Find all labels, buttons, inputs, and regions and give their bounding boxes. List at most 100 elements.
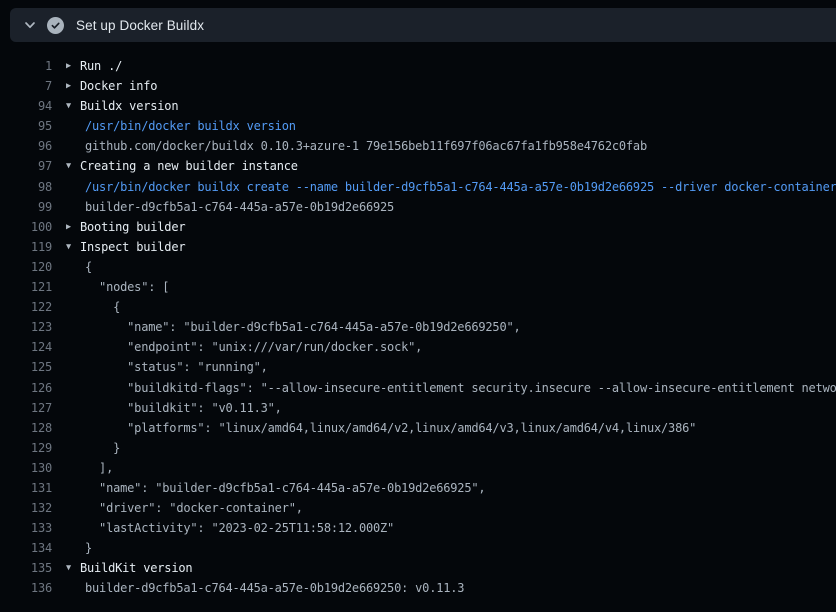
group-expanded-icon[interactable]: ▼: [66, 96, 80, 116]
log-text: builder-d9cfb5a1-c764-445a-a57e-0b19d2e6…: [80, 578, 464, 598]
step-header[interactable]: Set up Docker Buildx: [10, 8, 836, 42]
log-text: }: [80, 538, 92, 558]
line-number-link[interactable]: 99: [0, 197, 52, 217]
log-text: "driver": "docker-container",: [80, 498, 303, 518]
log-text: github.com/docker/buildx 0.10.3+azure-1 …: [80, 136, 647, 156]
line-number-link[interactable]: 129: [0, 438, 52, 458]
log-group-line[interactable]: 7 ▶ Docker info: [0, 76, 836, 96]
arrow-spacer: [66, 498, 80, 518]
log-text: "endpoint": "unix:///var/run/docker.sock…: [80, 337, 422, 357]
line-number-link[interactable]: 127: [0, 398, 52, 418]
log-line: 95 /usr/bin/docker buildx version: [0, 116, 836, 136]
log-line: 122 {: [0, 297, 836, 317]
line-number-link[interactable]: 132: [0, 498, 52, 518]
line-number-link[interactable]: 122: [0, 297, 52, 317]
arrow-spacer: [66, 518, 80, 538]
log-text: builder-d9cfb5a1-c764-445a-a57e-0b19d2e6…: [80, 197, 394, 217]
log-text: }: [80, 438, 120, 458]
arrow-spacer: [66, 398, 80, 418]
log-text: "status": "running",: [80, 357, 268, 377]
log-text: Inspect builder: [80, 237, 185, 257]
line-number-link[interactable]: 125: [0, 357, 52, 377]
log-text: "buildkit": "v0.11.3",: [80, 398, 282, 418]
arrow-spacer: [66, 337, 80, 357]
log-text: ],: [80, 458, 113, 478]
arrow-spacer: [66, 538, 80, 558]
log-text: BuildKit version: [80, 558, 192, 578]
group-collapsed-icon[interactable]: ▶: [66, 76, 80, 96]
log-line: 127 "buildkit": "v0.11.3",: [0, 398, 836, 418]
log-line: 128 "platforms": "linux/amd64,linux/amd6…: [0, 418, 836, 438]
group-collapsed-icon[interactable]: ▶: [66, 217, 80, 237]
group-expanded-icon[interactable]: ▼: [66, 237, 80, 257]
arrow-spacer: [66, 578, 80, 598]
log-text: "name": "builder-d9cfb5a1-c764-445a-a57e…: [80, 317, 521, 337]
group-expanded-icon[interactable]: ▼: [66, 558, 80, 578]
log-text: Buildx version: [80, 96, 178, 116]
line-number-link[interactable]: 1: [0, 56, 52, 76]
log-line: 99 builder-d9cfb5a1-c764-445a-a57e-0b19d…: [0, 197, 836, 217]
line-number-link[interactable]: 131: [0, 478, 52, 498]
log-text: {: [80, 297, 120, 317]
line-number-link[interactable]: 128: [0, 418, 52, 438]
log-line: 133 "lastActivity": "2023-02-25T11:58:12…: [0, 518, 836, 538]
line-number-link[interactable]: 94: [0, 96, 52, 116]
arrow-spacer: [66, 458, 80, 478]
arrow-spacer: [66, 438, 80, 458]
log-line: 125 "status": "running",: [0, 357, 836, 377]
line-number-link[interactable]: 98: [0, 177, 52, 197]
log-group-line[interactable]: 94 ▼ Buildx version: [0, 96, 836, 116]
log-text: "lastActivity": "2023-02-25T11:58:12.000…: [80, 518, 394, 538]
arrow-spacer: [66, 177, 80, 197]
line-number-link[interactable]: 130: [0, 458, 52, 478]
line-number-link[interactable]: 135: [0, 558, 52, 578]
line-number-link[interactable]: 96: [0, 136, 52, 156]
arrow-spacer: [66, 277, 80, 297]
arrow-spacer: [66, 257, 80, 277]
log-line: 131 "name": "builder-d9cfb5a1-c764-445a-…: [0, 478, 836, 498]
line-number-link[interactable]: 97: [0, 156, 52, 176]
line-number-link[interactable]: 126: [0, 378, 52, 398]
log-line: 129 }: [0, 438, 836, 458]
log-text: "name": "builder-d9cfb5a1-c764-445a-a57e…: [80, 478, 485, 498]
arrow-spacer: [66, 136, 80, 156]
arrow-spacer: [66, 297, 80, 317]
log-group-line[interactable]: 119 ▼ Inspect builder: [0, 237, 836, 257]
log-line: 98 /usr/bin/docker buildx create --name …: [0, 177, 836, 197]
line-number-link[interactable]: 133: [0, 518, 52, 538]
arrow-spacer: [66, 418, 80, 438]
log-line: 130 ],: [0, 458, 836, 478]
line-number-link[interactable]: 121: [0, 277, 52, 297]
log-line: 124 "endpoint": "unix:///var/run/docker.…: [0, 337, 836, 357]
log-line: 126 "buildkitd-flags": "--allow-insecure…: [0, 378, 836, 398]
arrow-spacer: [66, 317, 80, 337]
log-text: Run ./: [80, 56, 122, 76]
line-number-link[interactable]: 124: [0, 337, 52, 357]
log-group-line[interactable]: 1 ▶ Run ./: [0, 56, 836, 76]
log-text: /usr/bin/docker buildx create --name bui…: [80, 177, 836, 197]
log-text: /usr/bin/docker buildx version: [80, 116, 296, 136]
log-line: 136 builder-d9cfb5a1-c764-445a-a57e-0b19…: [0, 578, 836, 598]
line-number-link[interactable]: 120: [0, 257, 52, 277]
line-number-link[interactable]: 100: [0, 217, 52, 237]
log-line: 132 "driver": "docker-container",: [0, 498, 836, 518]
line-number-link[interactable]: 95: [0, 116, 52, 136]
log-group-line[interactable]: 100 ▶ Booting builder: [0, 217, 836, 237]
arrow-spacer: [66, 378, 80, 398]
log-text: {: [80, 257, 92, 277]
log-text: "nodes": [: [80, 277, 169, 297]
log-text: Docker info: [80, 76, 157, 96]
line-number-link[interactable]: 7: [0, 76, 52, 96]
line-number-link[interactable]: 134: [0, 538, 52, 558]
log-group-line[interactable]: 97 ▼ Creating a new builder instance: [0, 156, 836, 176]
log-line: 123 "name": "builder-d9cfb5a1-c764-445a-…: [0, 317, 836, 337]
log-group-line[interactable]: 135 ▼ BuildKit version: [0, 558, 836, 578]
group-collapsed-icon[interactable]: ▶: [66, 56, 80, 76]
log-text: "platforms": "linux/amd64,linux/amd64/v2…: [80, 418, 696, 438]
line-number-link[interactable]: 119: [0, 237, 52, 257]
chevron-down-icon[interactable]: [23, 18, 37, 32]
group-expanded-icon[interactable]: ▼: [66, 156, 80, 176]
line-number-link[interactable]: 136: [0, 578, 52, 598]
log-line: 96 github.com/docker/buildx 0.10.3+azure…: [0, 136, 836, 156]
line-number-link[interactable]: 123: [0, 317, 52, 337]
